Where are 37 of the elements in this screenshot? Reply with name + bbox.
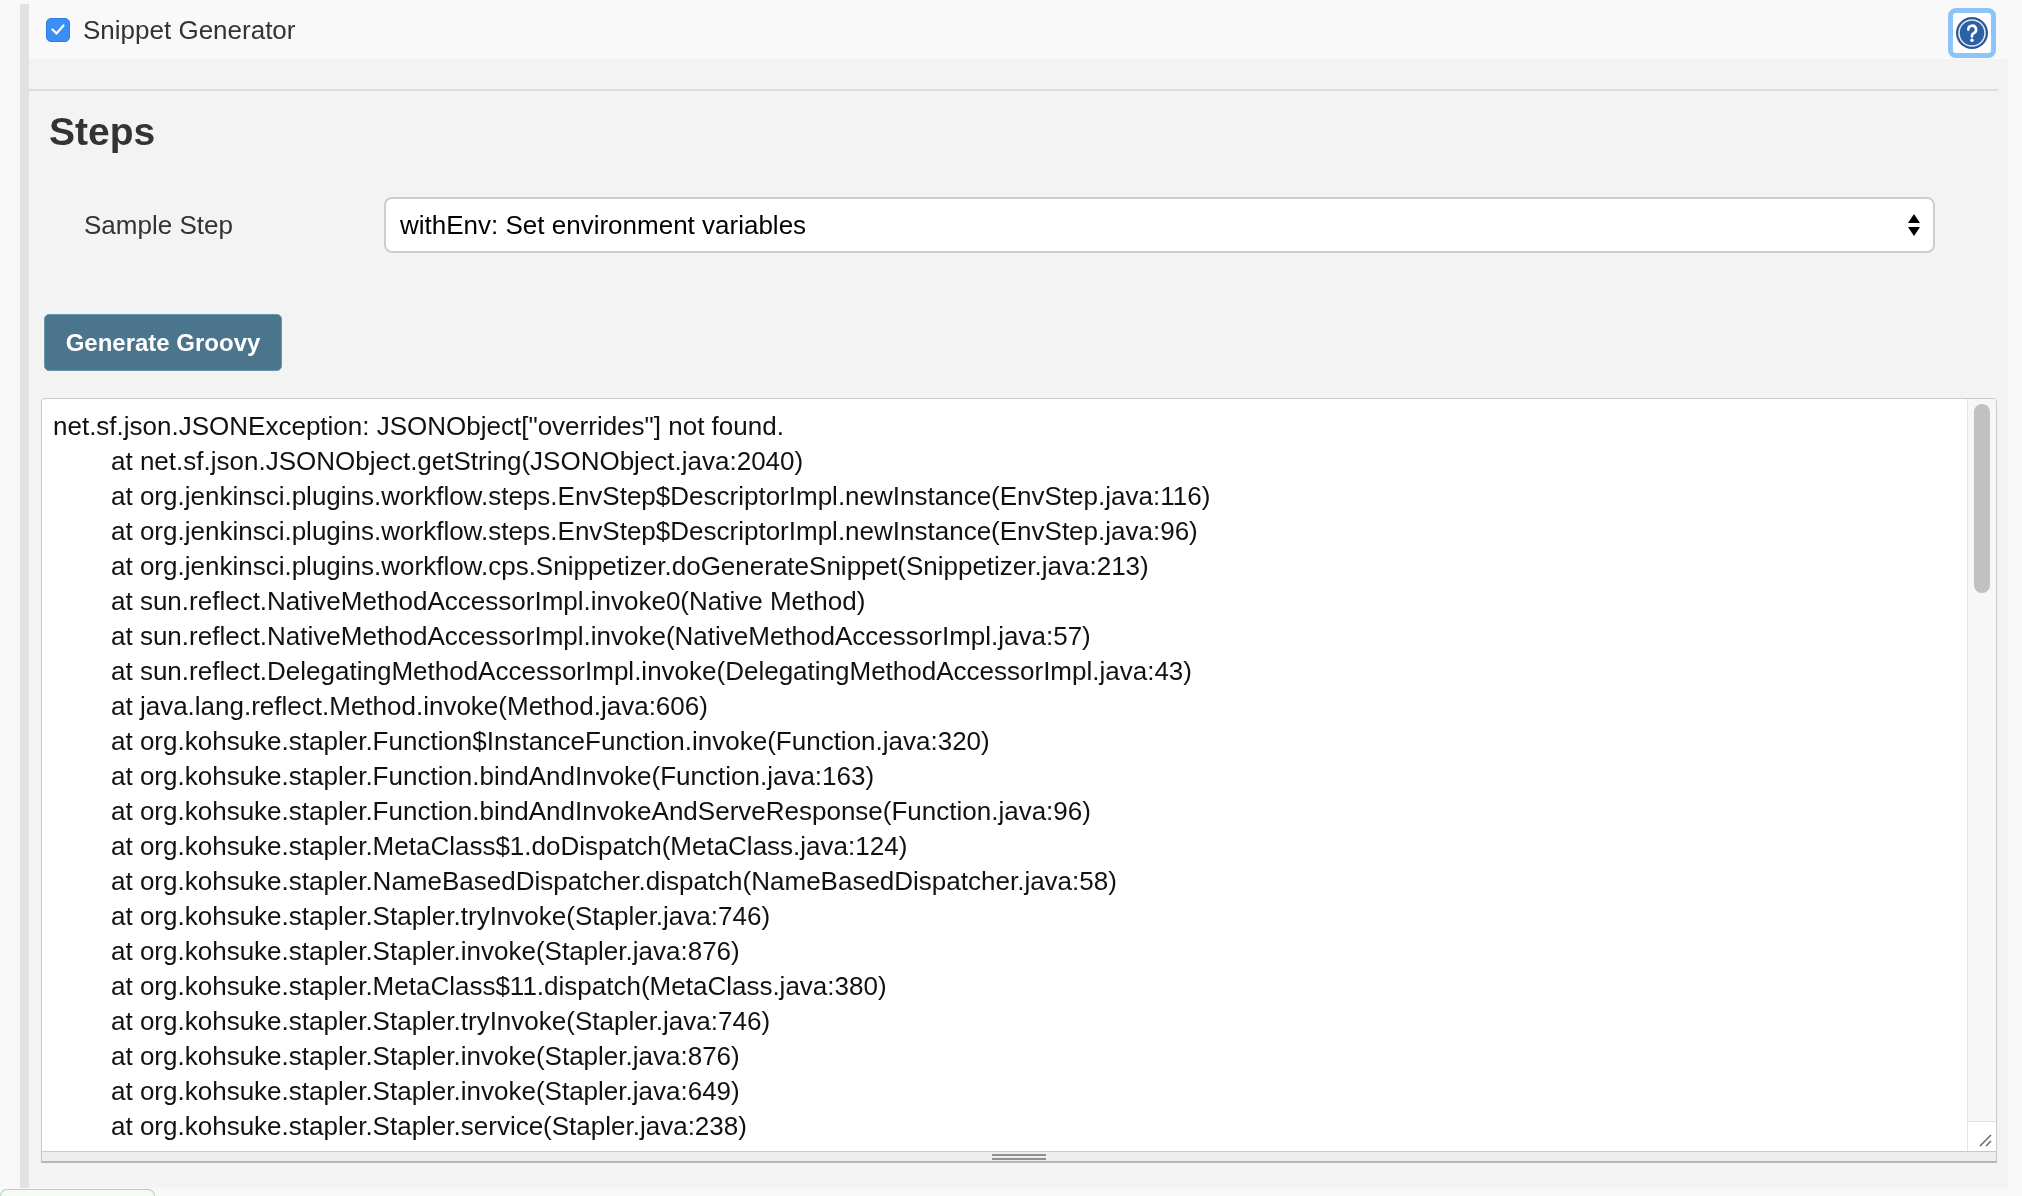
select-arrows-icon <box>1908 214 1920 236</box>
stack-trace-line: at org.kohsuke.stapler.Stapler.service(Stapler.java:238) <box>111 1110 747 1143</box>
generate-button[interactable]: Generate Groovy <box>44 314 282 371</box>
stack-trace-line: at org.jenkinsci.plugins.workflow.steps.EnvStep$DescriptorImpl.newInstance(EnvStep.java:116) <box>111 480 1211 513</box>
vertical-scrollbar[interactable] <box>1967 399 1996 1151</box>
stack-trace-line: at org.kohsuke.stapler.Stapler.invoke(Stapler.java:876) <box>111 1040 740 1073</box>
stack-trace-line: at org.kohsuke.stapler.Stapler.invoke(Stapler.java:876) <box>111 935 740 968</box>
output-text-area[interactable] <box>41 398 1997 1152</box>
stack-trace-line: at org.kohsuke.stapler.Stapler.invoke(Stapler.java:649) <box>111 1075 740 1108</box>
scrollbar-thumb[interactable] <box>1974 404 1990 593</box>
stack-trace-line: at net.sf.json.JSONObject.getString(JSONObject.java:2040) <box>111 445 804 478</box>
stack-trace-line: at org.kohsuke.stapler.MetaClass$11.dispatch(MetaClass.java:380) <box>111 970 887 1003</box>
enable-checkbox[interactable] <box>46 17 70 42</box>
stack-trace-line: at org.jenkinsci.plugins.workflow.cps.Snippetizer.doGenerateSnippet(Snippetizer.java:213) <box>111 550 1149 583</box>
help-icon <box>1956 17 1988 49</box>
stack-trace-line: at java.lang.reflect.Method.invoke(Method.java:606) <box>111 690 708 723</box>
help-button[interactable] <box>1948 8 1996 58</box>
stack-trace-line: at sun.reflect.NativeMethodAccessorImpl.invoke0(Native Method) <box>111 585 866 618</box>
stack-trace-line: at sun.reflect.NativeMethodAccessorImpl.invoke(NativeMethodAccessorImpl.java:57) <box>111 620 1091 653</box>
grip-icon <box>992 1153 1046 1160</box>
stack-trace-line: at org.kohsuke.stapler.Stapler.tryInvoke(Stapler.java:746) <box>111 900 771 933</box>
section-title: Snippet Generator <box>83 13 296 46</box>
sample-step-select[interactable]: withEnv: Set environment variables <box>384 197 1935 253</box>
exception-message: net.sf.json.JSONException: JSONObject["overrides"] not found. <box>53 410 784 443</box>
stack-trace-line: at org.kohsuke.stapler.MetaClass$1.doDispatch(MetaClass.java:124) <box>111 830 908 863</box>
check-icon <box>51 24 65 35</box>
stack-trace-line: at org.kohsuke.stapler.Function$InstanceFunction.invoke(Function.java:320) <box>111 725 990 758</box>
stack-trace-line: at org.jenkinsci.plugins.workflow.steps.EnvStep$DescriptorImpl.newInstance(EnvStep.java:96) <box>111 515 1198 548</box>
resize-grip-icon <box>1979 1134 1992 1147</box>
steps-heading: Steps <box>49 109 156 155</box>
stack-trace-line: at org.kohsuke.stapler.Stapler.tryInvoke(Stapler.java:746) <box>111 1005 771 1038</box>
stack-trace-line: at org.kohsuke.stapler.Function.bindAndInvoke(Function.java:163) <box>111 760 875 793</box>
stack-trace-line: at org.kohsuke.stapler.Function.bindAndInvokeAndServeResponse(Function.java:96) <box>111 795 1091 828</box>
resize-corner[interactable] <box>1968 1121 1996 1151</box>
stack-trace-line: at sun.reflect.DelegatingMethodAccessorImpl.invoke(DelegatingMethodAccessorImpl.java:43) <box>111 655 1192 688</box>
sample-step-label: Sample Step <box>84 209 233 241</box>
stack-trace-line: at org.kohsuke.stapler.NameBasedDispatcher.dispatch(NameBasedDispatcher.java:58) <box>111 865 1117 898</box>
